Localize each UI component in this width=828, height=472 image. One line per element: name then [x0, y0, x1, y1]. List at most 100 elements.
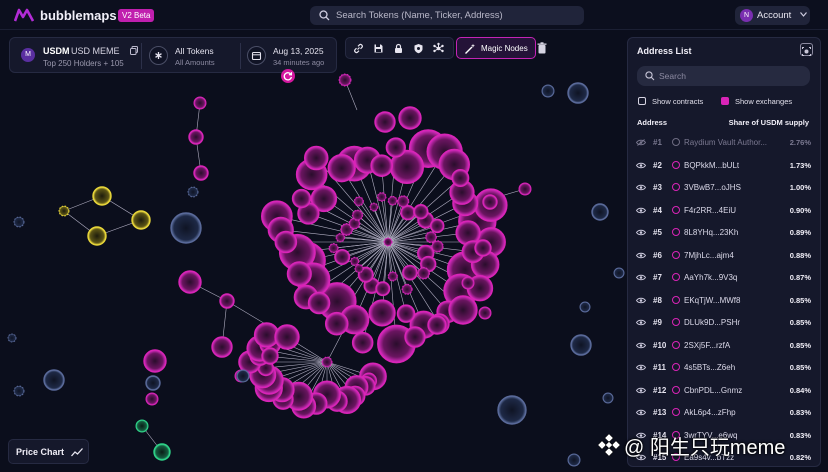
gray-bubble-node[interactable]	[7, 333, 17, 343]
pink-bubble-node[interactable]	[427, 315, 447, 335]
gray-bubble-node[interactable]	[579, 301, 591, 313]
pink-bubble-node[interactable]	[188, 129, 204, 145]
eye-icon[interactable]	[636, 274, 646, 281]
eye-icon[interactable]	[636, 162, 646, 169]
gray-bubble-node[interactable]	[13, 216, 25, 228]
gray-bubble-node[interactable]	[541, 84, 555, 98]
gray-bubble-node[interactable]	[567, 82, 589, 104]
pink-bubble-node[interactable]	[474, 239, 492, 257]
gray-bubble-node[interactable]	[497, 395, 527, 425]
address-search-input[interactable]	[659, 69, 799, 83]
eye-icon[interactable]	[636, 207, 646, 214]
eye-icon[interactable]	[636, 319, 646, 326]
address-row[interactable]: #12 CbnPDL...Gnmz 0.84%	[628, 380, 820, 403]
network-icon[interactable]	[431, 41, 446, 56]
address-row[interactable]: #5 8L8YHq...23Kh 0.89%	[628, 222, 820, 245]
address-value[interactable]: BQPkkM...bULt	[684, 161, 768, 170]
eye-icon[interactable]	[636, 229, 646, 236]
pink-bubble-node[interactable]	[376, 192, 387, 202]
pink-bubble-node[interactable]	[451, 169, 470, 187]
gray-bubble-node[interactable]	[145, 375, 161, 391]
pink-bubble-node[interactable]	[461, 276, 475, 290]
pink-bubble-node[interactable]	[413, 204, 429, 220]
address-row[interactable]: #4 F4r2RR...4EiU 0.90%	[628, 200, 820, 223]
pink-bubble-node[interactable]	[351, 209, 364, 221]
pink-bubble-node[interactable]	[401, 283, 413, 295]
address-row[interactable]: #11 4s5BTs...Z6eh 0.85%	[628, 357, 820, 380]
pink-bubble-node[interactable]	[448, 295, 478, 325]
brand-name[interactable]: bubblemaps	[40, 8, 117, 23]
green-bubble-node[interactable]	[153, 443, 171, 461]
pink-bubble-node[interactable]	[387, 195, 398, 206]
pink-bubble-node[interactable]	[431, 240, 444, 253]
address-value[interactable]: Raydium Vault Author...	[684, 138, 768, 147]
pink-bubble-node[interactable]	[193, 96, 207, 110]
address-row[interactable]: #2 BQPkkM...bULt 1.73%	[628, 155, 820, 178]
shield-icon[interactable]	[411, 41, 426, 56]
address-value[interactable]: AkL6p4...zFhp	[684, 408, 768, 417]
collapse-panel-button[interactable]	[800, 43, 813, 56]
pink-bubble-node[interactable]	[324, 311, 349, 336]
token-filter-button[interactable]	[149, 46, 168, 65]
address-value[interactable]: 3VBwB7...oJHS	[684, 183, 768, 192]
refresh-button[interactable]	[281, 69, 295, 83]
trash-icon[interactable]	[537, 42, 547, 54]
eye-icon[interactable]	[636, 364, 646, 371]
address-row[interactable]: #13 AkL6p4...zFhp 0.83%	[628, 402, 820, 425]
gray-bubble-node[interactable]	[567, 453, 581, 467]
pink-bubble-node[interactable]	[178, 270, 202, 294]
pink-bubble-node[interactable]	[370, 154, 393, 177]
pink-bubble-node[interactable]	[211, 336, 233, 358]
address-value[interactable]: AaYh7k...9V3q	[684, 273, 768, 282]
address-row[interactable]: #8 EKqTjW...MWf8 0.85%	[628, 290, 820, 313]
pink-bubble-node[interactable]	[354, 263, 364, 274]
pink-bubble-node[interactable]	[334, 248, 351, 266]
pink-bubble-node[interactable]	[219, 293, 235, 309]
pink-bubble-node[interactable]	[396, 304, 416, 323]
yellow-bubble-node[interactable]	[87, 226, 107, 246]
pink-bubble-node[interactable]	[303, 145, 329, 171]
pink-bubble-node[interactable]	[193, 165, 209, 181]
pink-bubble-node[interactable]	[353, 196, 364, 207]
pink-bubble-node[interactable]	[335, 232, 346, 243]
gray-bubble-node[interactable]	[43, 369, 65, 391]
bubblemaps-logo-icon[interactable]	[14, 8, 34, 22]
link-icon[interactable]	[351, 41, 366, 56]
gray-bubble-node[interactable]	[602, 392, 614, 404]
yellow-bubble-node[interactable]	[131, 210, 151, 230]
pink-bubble-node[interactable]	[375, 281, 391, 297]
price-chart-button[interactable]: Price Chart	[8, 439, 89, 464]
pink-bubble-node[interactable]	[400, 204, 416, 221]
pink-bubble-node[interactable]	[321, 356, 333, 368]
eye-icon[interactable]	[636, 297, 646, 304]
address-row[interactable]: #7 AaYh7k...9V3q 0.87%	[628, 267, 820, 290]
gray-bubble-node[interactable]	[170, 212, 202, 244]
pink-bubble-node[interactable]	[478, 306, 492, 320]
pink-bubble-node[interactable]	[385, 137, 406, 158]
gray-bubble-node[interactable]	[187, 186, 199, 198]
token-search-bar[interactable]: Search Tokens (Name, Ticker, Address)	[310, 6, 584, 25]
account-button[interactable]: N Account	[735, 6, 810, 25]
pink-bubble-node[interactable]	[402, 264, 418, 281]
pink-bubble-node[interactable]	[307, 291, 331, 315]
gray-bubble-node[interactable]	[13, 385, 25, 397]
pink-bubble-node[interactable]	[351, 331, 374, 354]
address-row[interactable]: #10 2SXj5F...rzfA 0.85%	[628, 335, 820, 358]
green-bubble-node[interactable]	[135, 419, 149, 433]
date-picker-button[interactable]	[247, 46, 266, 65]
address-row[interactable]: #6 7MjhLc...ajm4 0.88%	[628, 245, 820, 268]
address-value[interactable]: 2SXj5F...rzfA	[684, 341, 768, 350]
pink-bubble-node[interactable]	[518, 182, 532, 196]
pink-bubble-node[interactable]	[429, 218, 445, 234]
lock-icon[interactable]	[391, 41, 406, 56]
address-value[interactable]: DLUk9D...PSHr	[684, 318, 768, 327]
holders-summary[interactable]: Top 250 Holders + 105	[43, 59, 124, 68]
eye-icon[interactable]	[636, 184, 646, 191]
address-value[interactable]: CbnPDL...Gnmz	[684, 386, 768, 395]
pink-bubble-node[interactable]	[145, 392, 159, 406]
yellow-bubble-node[interactable]	[92, 186, 112, 206]
address-row[interactable]: #3 3VBwB7...oJHS 1.00%	[628, 177, 820, 200]
pink-bubble-node[interactable]	[482, 194, 498, 210]
save-icon[interactable]	[371, 41, 386, 56]
pink-bubble-node[interactable]	[274, 230, 298, 254]
